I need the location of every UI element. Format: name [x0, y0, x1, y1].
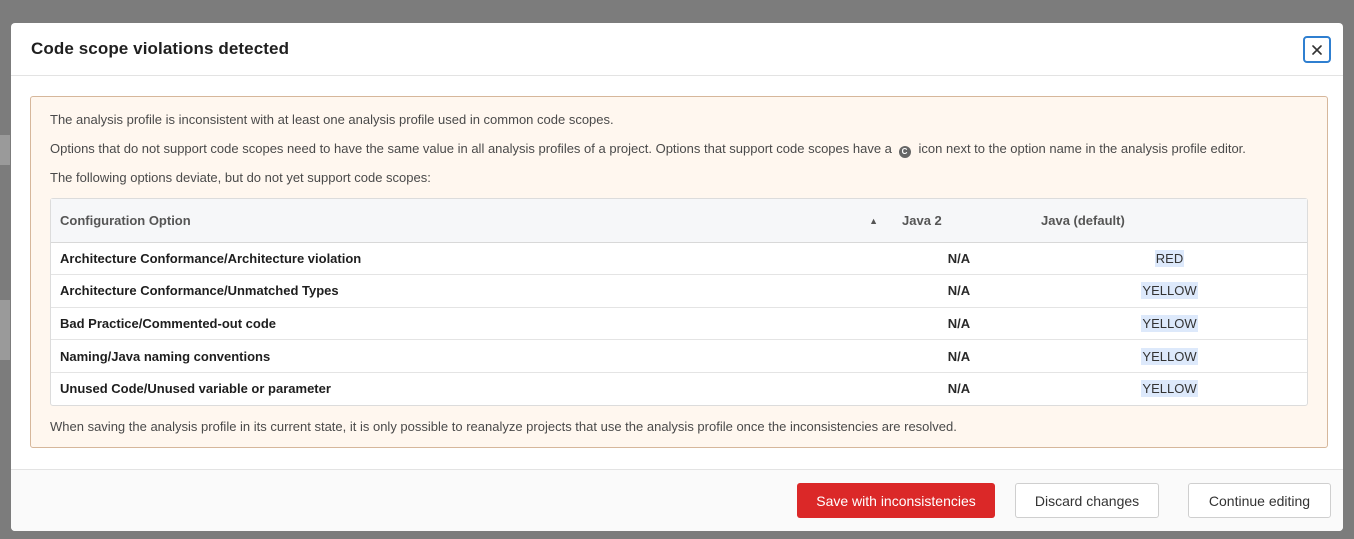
column-header-java-default[interactable]: Java (default)	[1032, 199, 1307, 243]
java-default-value-text: YELLOW	[1141, 347, 1198, 365]
option-name: Unused Code/Unused variable or parameter	[60, 381, 331, 397]
java2-value: N/A	[886, 274, 1032, 308]
close-button[interactable]	[1303, 36, 1331, 63]
java-default-value-text: YELLOW	[1141, 314, 1198, 332]
close-icon	[1312, 44, 1322, 55]
java-default-value: YELLOW	[1032, 307, 1307, 341]
warning-line-2: Options that do not support code scopes …	[50, 140, 1308, 158]
java-default-value: RED	[1032, 242, 1307, 276]
warning-line-1: The analysis profile is inconsistent wit…	[50, 112, 614, 127]
save-with-inconsistencies-button[interactable]: Save with inconsistencies	[797, 483, 995, 518]
table-row: Bad Practice/Commented-out code N/A YELLOW	[51, 307, 1307, 341]
java2-value: N/A	[886, 242, 1032, 276]
column-header-java2[interactable]: Java 2	[886, 199, 1032, 243]
dialog-header: Code scope violations detected	[11, 23, 1343, 76]
warning-line-2-end: icon next to the option name in the anal…	[918, 141, 1246, 156]
warning-line-3: The following options deviate, but do no…	[50, 170, 431, 185]
warning-footer: When saving the analysis profile in its …	[50, 418, 957, 434]
background-fragment	[0, 135, 10, 165]
option-name: Architecture Conformance/Unmatched Types	[51, 274, 886, 308]
background-fragment	[0, 300, 10, 360]
table-row: Architecture Conformance/Architecture vi…	[51, 242, 1307, 276]
table-header-row: Configuration Option ▲ Java 2 Java (defa…	[51, 199, 1307, 243]
continue-editing-button[interactable]: Continue editing	[1188, 483, 1331, 518]
option-name: Naming/Java naming conventions	[51, 339, 886, 373]
dialog-body: The analysis profile is inconsistent wit…	[11, 76, 1343, 448]
java-default-value: YELLOW	[1032, 274, 1307, 308]
java-default-value-text: RED	[1154, 249, 1185, 267]
dialog-footer: Save with inconsistencies Discard change…	[11, 469, 1343, 531]
java-default-value: YELLOW	[1032, 372, 1307, 405]
java2-value: N/A	[886, 307, 1032, 341]
deviating-options-table: Configuration Option ▲ Java 2 Java (defa…	[50, 198, 1308, 406]
code-scope-violations-dialog: Code scope violations detected The analy…	[11, 23, 1343, 531]
java-default-value-text: YELLOW	[1141, 380, 1198, 398]
code-scope-icon: C	[898, 146, 911, 158]
column-header-option[interactable]: Configuration Option ▲	[51, 199, 886, 243]
table-row: Naming/Java naming conventions N/A YELLOW	[51, 339, 1307, 373]
warning-line-2-start: Options that do not support code scopes …	[50, 141, 892, 156]
discard-changes-button[interactable]: Discard changes	[1015, 483, 1159, 518]
column-header-option-label: Configuration Option	[60, 212, 191, 228]
table-row: Unused Code/Unused variable or parameter…	[51, 372, 1307, 405]
warning-message: The analysis profile is inconsistent wit…	[30, 96, 1328, 448]
dialog-title: Code scope violations detected	[31, 39, 290, 58]
java2-value: N/A	[886, 339, 1032, 373]
java2-value: N/A	[947, 381, 971, 397]
sort-ascending-icon[interactable]: ▲	[869, 216, 878, 226]
java-default-value-text: YELLOW	[1141, 282, 1198, 300]
option-name: Bad Practice/Commented-out code	[51, 307, 886, 341]
java-default-value: YELLOW	[1032, 339, 1307, 373]
table-row: Architecture Conformance/Unmatched Types…	[51, 274, 1307, 308]
option-name: Architecture Conformance/Architecture vi…	[51, 242, 886, 276]
